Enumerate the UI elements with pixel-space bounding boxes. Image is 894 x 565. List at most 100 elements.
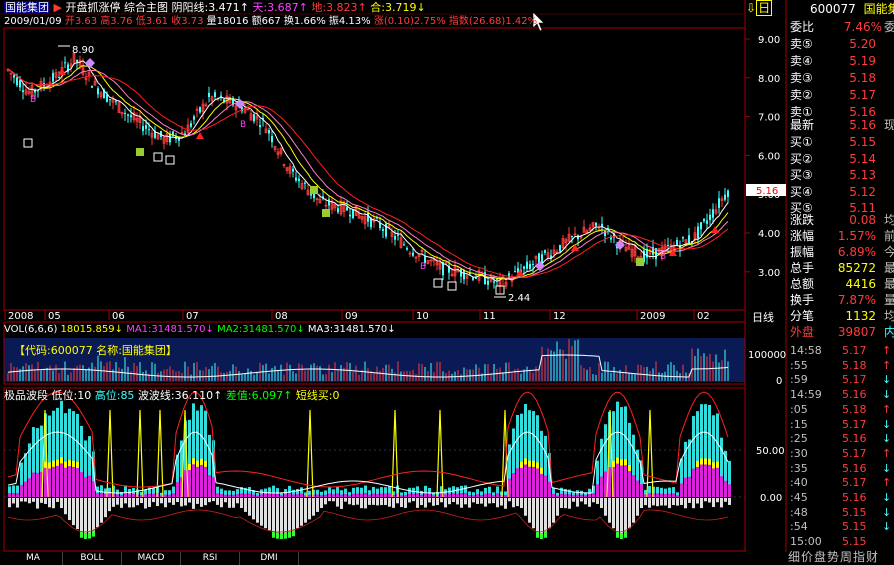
indicator-white-neg-bar (336, 498, 339, 507)
indicator-magenta-bar (600, 476, 603, 497)
ma2-value: 31481.570 (242, 324, 297, 335)
indicator-white-neg-bar (248, 498, 251, 516)
x-axis-label: 08 (275, 311, 288, 322)
green-square-marker (636, 258, 644, 266)
indicator-white-neg-bar (328, 498, 331, 502)
candle-body-down (382, 229, 384, 231)
candle-body-down (349, 214, 351, 217)
tick-row: :15 5.17 ↓ (788, 417, 894, 433)
period-label[interactable]: 日线 (752, 310, 774, 324)
up-arrow-icon: ↑ (882, 358, 892, 372)
candle-body-down (145, 125, 147, 129)
indicator-magenta-bar (528, 466, 531, 497)
indicator-white-neg-bar (64, 498, 67, 515)
stat-row: 振幅 6.89% 今开 (788, 244, 894, 261)
indicator-magenta-bar (516, 468, 519, 497)
formula-main-chart[interactable]: 综合主图 (124, 1, 168, 14)
indicator-magenta-bar (52, 466, 55, 497)
indicator-yellow-bar (64, 461, 67, 468)
indicator-white-neg-bar (372, 498, 375, 505)
indicator-white-neg-bar (664, 498, 667, 506)
candle-body-down (268, 130, 270, 134)
indicator-magenta-bar (536, 468, 539, 497)
indicator-magenta-bar (192, 464, 195, 497)
indicator-white-neg-bar (716, 498, 719, 503)
indicator-yellow-bar (188, 463, 191, 470)
tab-dmi[interactable]: DMI (240, 552, 299, 565)
quote-bottom-tabs[interactable]: 细价盘势周指财 (788, 550, 894, 565)
play-arrow-icon[interactable]: ▶ (54, 1, 62, 14)
indicator-white-neg-bar (264, 498, 267, 529)
indicator-magenta-bar (68, 466, 71, 497)
indicator-white-neg-bar (632, 498, 635, 523)
candle-body-down (706, 220, 708, 224)
period-day-button[interactable]: 日 (756, 0, 773, 16)
indicator-white-neg-bar (184, 498, 187, 506)
indicator-magenta-bar (116, 494, 119, 497)
indicator-white-neg-bar (596, 498, 599, 504)
tab-macd[interactable]: MACD (122, 552, 181, 565)
indicator-magenta-bar (32, 472, 35, 497)
candle-body-down (52, 72, 54, 82)
indicator-magenta-bar (552, 493, 555, 497)
indicator-green-neg-bar (276, 532, 279, 539)
indicator-green-neg-bar (544, 531, 547, 538)
indicator-white-neg-bar (60, 498, 63, 508)
candle-body-down (148, 129, 150, 131)
indicator-magenta-bar (236, 494, 239, 497)
indicator-white-neg-bar (12, 498, 15, 504)
indicator-magenta-bar (240, 493, 243, 497)
tick-row: :55 5.18 ↑ (788, 358, 894, 374)
indicator-yellow-bar (56, 459, 59, 466)
indicator-spike (391, 409, 399, 498)
chart-canvas[interactable]: BBBB 8.90 2.44 9.008.007.006.005.004.003… (0, 0, 894, 565)
indicator-white-neg-bar (404, 498, 407, 508)
indicator-magenta-bar (340, 494, 343, 497)
indicator-white-neg-bar (332, 498, 335, 502)
indicator-white-neg-bar (556, 498, 559, 516)
tab-ma[interactable]: MA (4, 552, 63, 565)
indicator-white-neg-bar (284, 498, 287, 533)
indicator-magenta-bar (184, 470, 187, 497)
indicator-yellow-bar (700, 458, 703, 465)
indicator-magenta-bar (8, 493, 11, 497)
indicator-magenta-bar (524, 464, 527, 497)
indicator-white-neg-bar (272, 498, 275, 532)
indicator-name[interactable]: 极品波段 (4, 389, 48, 402)
indicator-magenta-bar (616, 463, 619, 497)
tab-rsi[interactable]: RSI (181, 552, 240, 565)
download-icon[interactable]: ⇩ (746, 1, 756, 15)
candle-body-down (97, 88, 99, 95)
top-right-controls[interactable]: ⇩ 日 (746, 0, 773, 16)
tick-time: :45 (790, 491, 808, 504)
red-triangle-marker (196, 132, 204, 139)
tick-time: 14:59 (790, 388, 822, 402)
chg-value: (0.10)2.75% (383, 16, 446, 27)
yinyang-label: 阴阳线: (171, 1, 209, 14)
candle-body-down (697, 226, 699, 239)
indicator-white-neg-bar (576, 498, 579, 507)
tab-boll[interactable]: BOLL (63, 552, 122, 565)
indicator-white-neg-bar (712, 498, 715, 508)
indicator-white-neg-bar (684, 498, 687, 509)
indicator-magenta-bar (124, 492, 127, 497)
outer-value: 39807 (837, 325, 876, 339)
indicator-magenta-bar (432, 495, 435, 497)
indicator-white-neg-bar (692, 498, 695, 509)
candle-body-down (559, 244, 561, 252)
turn-label: 换 (283, 16, 294, 27)
candle-body-down (667, 244, 669, 246)
indicator-white-neg-bar (296, 498, 299, 529)
indicator-white-neg-bar (128, 498, 131, 508)
stock-name[interactable]: 国能集团 (4, 1, 50, 14)
stat-row-extra: 今开 (884, 245, 894, 259)
indicator-white-neg-bar (112, 498, 115, 507)
candle-body-down (724, 194, 726, 200)
indicator-magenta-bar (64, 467, 67, 497)
x-axis-label: 05 (48, 311, 61, 322)
indicator-white-neg-bar (312, 498, 315, 516)
max-price-label: 8.90 (72, 45, 94, 56)
formula-open-limit-up[interactable]: 开盘抓涨停 (65, 1, 120, 14)
indicator-white-neg-bar (612, 498, 615, 529)
stat-row-extra: 前收 (884, 229, 894, 243)
